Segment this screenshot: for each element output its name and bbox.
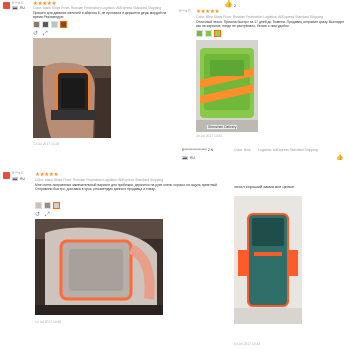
photo-thumbnail[interactable] bbox=[205, 30, 212, 37]
reviewer-masked-name[interactable]: R***************** 2 N bbox=[182, 148, 213, 152]
reviewer-country: RU bbox=[12, 6, 25, 11]
review-card-1: R***a E. RU ★★★★★ Color: black Ships Fro… bbox=[0, 0, 178, 150]
review-card-2: 👍 2 R***a E. ★★★★★ Color: Blue Ships Fro… bbox=[178, 0, 350, 172]
review-text: Пришёл для дамских мелочей и айфона 6, н… bbox=[33, 11, 167, 20]
thumbs-up-icon[interactable]: 👍 bbox=[336, 155, 343, 161]
photo-thumbnail[interactable] bbox=[35, 202, 42, 209]
review-date: 14 Jul 2017 14:56 bbox=[35, 320, 62, 324]
country-label: RU bbox=[20, 177, 25, 181]
reviewer-name[interactable]: R***a E. bbox=[179, 9, 191, 13]
rotate-icon[interactable]: ↺ bbox=[33, 31, 38, 37]
flag-ru-icon bbox=[182, 156, 188, 161]
reviewer-avatar[interactable] bbox=[3, 172, 10, 179]
photo-thumbnail-selected[interactable] bbox=[53, 202, 60, 209]
review-photo[interactable] bbox=[35, 219, 163, 315]
review-text: Мне очень понравился замечательный вариа… bbox=[35, 183, 218, 192]
armband-photo-illustration bbox=[234, 196, 302, 324]
review-card-3: R***a E. RU ★★★★★ Color: black Ships Fro… bbox=[0, 170, 232, 350]
photo-thumbnail-selected[interactable] bbox=[214, 30, 221, 37]
review-date: 20 Jul 2017 13:52 bbox=[196, 134, 223, 138]
order-meta-color: Color: Blue bbox=[234, 148, 251, 152]
photo-thumbnail[interactable] bbox=[44, 202, 51, 209]
photo-thumbnail[interactable] bbox=[42, 21, 49, 28]
reviewer-name[interactable]: R***a E. bbox=[12, 1, 24, 5]
review-date: 13 Jul 2017 13:28 bbox=[33, 142, 60, 146]
reviewer-country: RU bbox=[12, 177, 25, 182]
rotate-icon[interactable]: ↺ bbox=[35, 212, 40, 218]
order-meta: Color: black Ships From: Russian Federat… bbox=[35, 178, 164, 182]
review-photo[interactable] bbox=[234, 196, 302, 324]
review-photo[interactable] bbox=[196, 40, 258, 132]
tooltip-label: Shenzhen Delivery bbox=[206, 124, 239, 131]
flag-ru-icon bbox=[12, 6, 18, 11]
order-meta-logistics: Logistics: AliExpress Standard Shipping bbox=[258, 148, 318, 152]
review-headline: чехол хороший замки все целые bbox=[234, 184, 295, 189]
armband-photo-illustration bbox=[33, 38, 111, 138]
photo-thumbnail[interactable] bbox=[196, 30, 203, 37]
photo-thumbnail[interactable] bbox=[51, 21, 58, 28]
review-card-4: чехол хороший замки все целые ↺ ⤢ 14 Jul… bbox=[232, 172, 350, 350]
armband-photo-illustration bbox=[196, 40, 258, 132]
thumbs-up-icon[interactable]: 👍 bbox=[224, 1, 233, 8]
zoom-icon[interactable]: ⤢ bbox=[45, 212, 50, 218]
helpful-count: 2 bbox=[234, 4, 236, 8]
country-label: RU bbox=[20, 6, 25, 10]
review-text: Отличный чехол. Пришла быстро за 17 дней… bbox=[196, 20, 345, 29]
photo-thumbnail-selected[interactable] bbox=[60, 21, 67, 28]
flag-ru-icon bbox=[12, 177, 18, 182]
order-meta: Color: black Ships From: Russian Federat… bbox=[33, 6, 162, 10]
reviewer-name[interactable]: R***a E. bbox=[12, 171, 24, 175]
zoom-icon[interactable]: ⤢ bbox=[43, 31, 48, 37]
reviewer-country: RU bbox=[182, 156, 195, 161]
review-date: 14 Jul 2017 10:43 bbox=[234, 342, 261, 346]
country-label: RU bbox=[190, 156, 195, 160]
armband-photo-illustration bbox=[35, 219, 163, 315]
photo-thumbnail[interactable] bbox=[33, 21, 40, 28]
reviewer-avatar[interactable] bbox=[3, 2, 10, 9]
order-meta: Color: Blue Ships From: Russian Federati… bbox=[196, 15, 324, 19]
review-photo[interactable] bbox=[33, 38, 111, 138]
